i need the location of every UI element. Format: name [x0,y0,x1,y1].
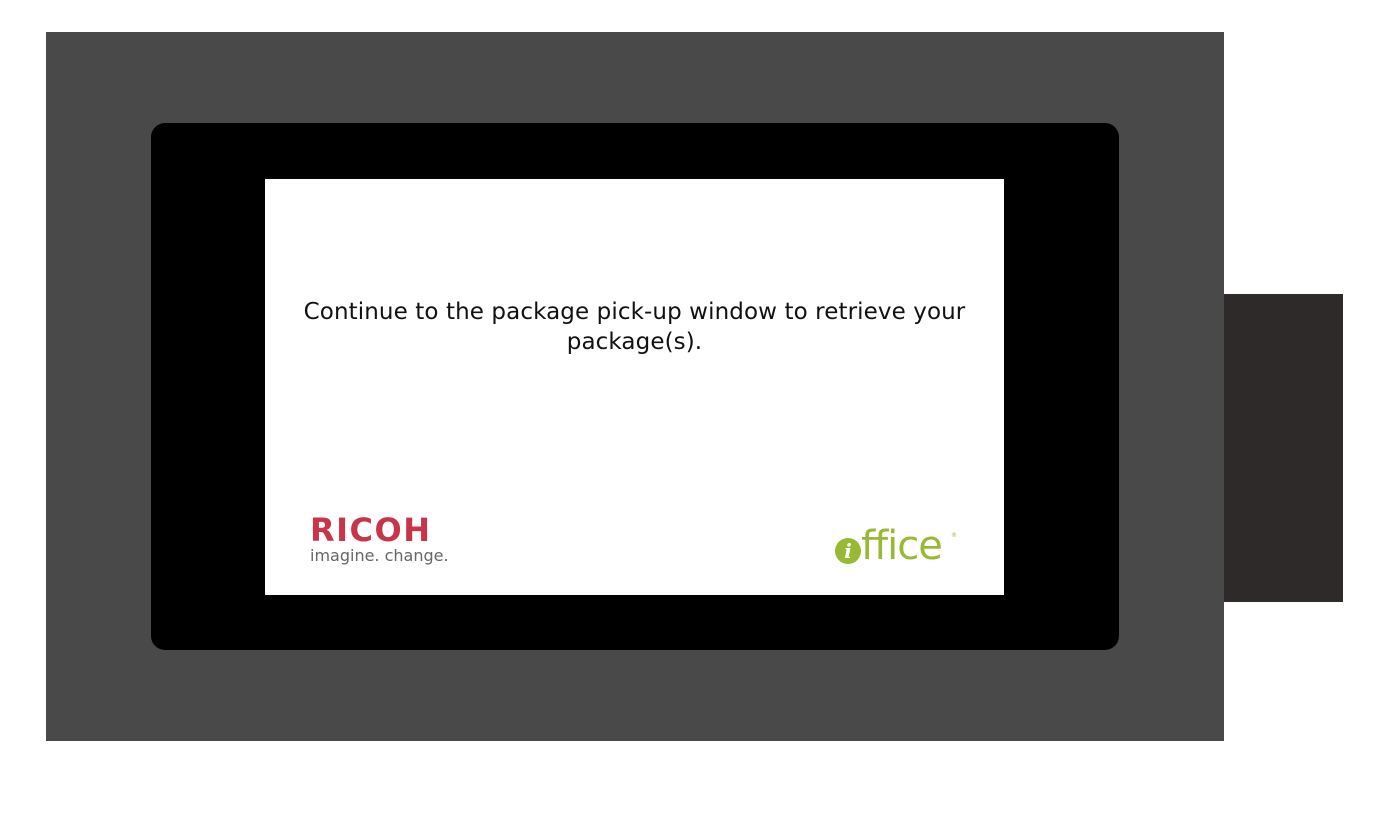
page: Continue to the package pick-up window t… [0,0,1382,816]
ricoh-logo-tagline: imagine. change. [310,546,449,565]
iffice-logo-wordmark: ffice [861,523,943,569]
kiosk-side-panel [1224,294,1343,602]
ricoh-logo: RICOH imagine. change. [310,511,470,571]
iffice-logo-badge-icon: i [835,538,861,564]
iffice-logo-badge-letter: i [844,539,852,563]
ricoh-logo-wordmark: RICOH [310,511,432,549]
iffice-logo: i ffice ® [833,522,963,574]
kiosk-screen: Continue to the package pick-up window t… [265,179,1004,595]
pickup-instruction-message: Continue to the package pick-up window t… [303,299,966,355]
iffice-registered-mark: ® [951,532,957,539]
